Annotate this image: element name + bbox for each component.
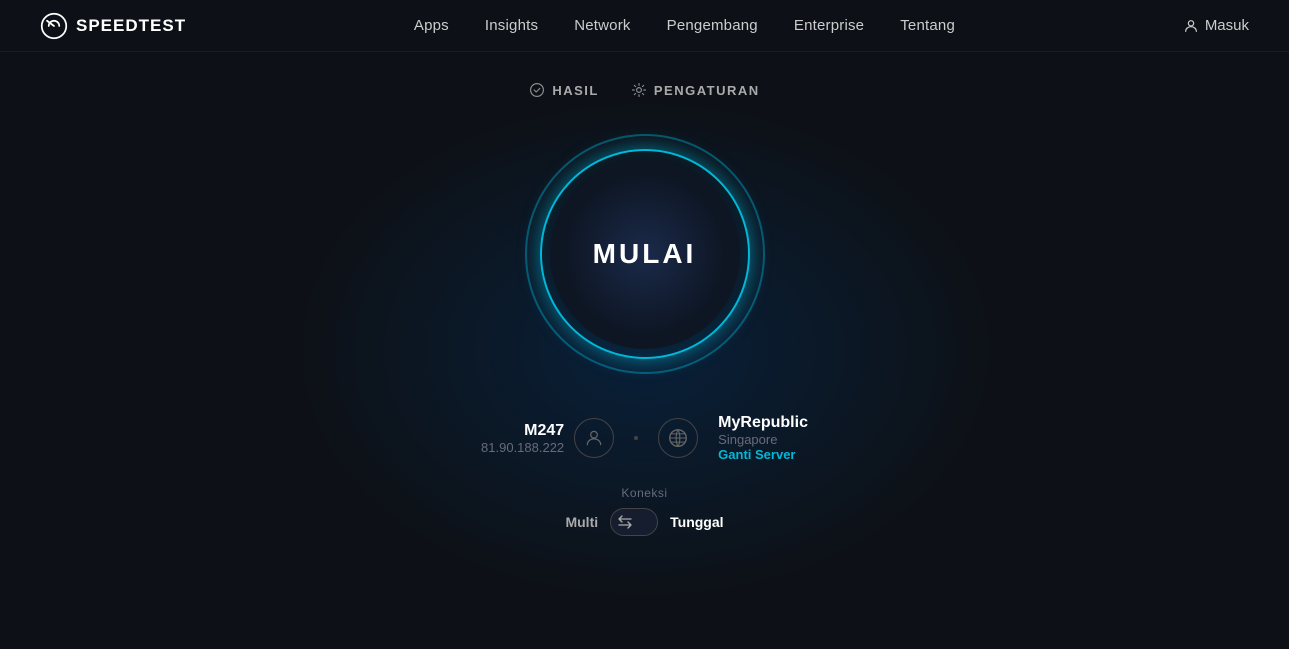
main-content: HASIL PENGATURAN MULAI M247 81.90.188.22… <box>0 52 1289 536</box>
nav-item-tentang[interactable]: Tentang <box>900 17 955 35</box>
koneksi-label: Koneksi <box>621 486 667 500</box>
divider <box>634 436 638 440</box>
single-option: Tunggal <box>670 514 723 530</box>
user-icon <box>1183 18 1199 34</box>
nav-item-pengembang[interactable]: Pengembang <box>667 17 758 35</box>
navbar: SPEEDTEST Apps Insights Network Pengemba… <box>0 0 1289 52</box>
change-server-button[interactable]: Ganti Server <box>718 447 808 462</box>
isp-block: M247 81.90.188.222 <box>481 418 614 458</box>
gear-icon <box>631 82 647 98</box>
globe-icon <box>667 427 689 449</box>
koneksi-section: Koneksi Multi Tunggal <box>565 486 723 536</box>
start-label: MULAI <box>593 238 697 270</box>
koneksi-toggle[interactable] <box>610 508 658 536</box>
user-avatar-icon <box>584 428 604 448</box>
server-details: MyRepublic Singapore Ganti Server <box>718 414 808 462</box>
koneksi-toggle-row: Multi Tunggal <box>565 508 723 536</box>
brand-logo[interactable]: SPEEDTEST <box>40 12 186 40</box>
multi-option: Multi <box>565 514 598 530</box>
checkmark-icon <box>529 82 545 98</box>
start-button[interactable]: MULAI <box>525 134 765 374</box>
speedtest-logo-icon <box>40 12 68 40</box>
tab-bar: HASIL PENGATURAN <box>529 82 759 98</box>
isp-ip: 81.90.188.222 <box>481 440 564 455</box>
toggle-arrows-icon <box>615 512 635 532</box>
nav-item-enterprise[interactable]: Enterprise <box>794 17 864 35</box>
start-circle[interactable]: MULAI <box>550 159 740 349</box>
isp-details: M247 81.90.188.222 <box>481 422 564 455</box>
brand-name: SPEEDTEST <box>76 16 186 36</box>
server-name: MyRepublic <box>718 414 808 432</box>
nav-item-insights[interactable]: Insights <box>485 17 538 35</box>
nav-item-network[interactable]: Network <box>574 17 630 35</box>
server-location: Singapore <box>718 432 808 447</box>
globe-icon-circle <box>658 418 698 458</box>
isp-name: M247 <box>481 422 564 440</box>
nav-item-apps[interactable]: Apps <box>414 17 449 35</box>
tab-pengaturan[interactable]: PENGATURAN <box>631 82 760 98</box>
masuk-button[interactable]: Masuk <box>1183 17 1249 34</box>
server-info: M247 81.90.188.222 MyRepublic Si <box>481 414 808 462</box>
tab-hasil[interactable]: HASIL <box>529 82 599 98</box>
nav-links: Apps Insights Network Pengembang Enterpr… <box>414 17 955 35</box>
isp-avatar <box>574 418 614 458</box>
